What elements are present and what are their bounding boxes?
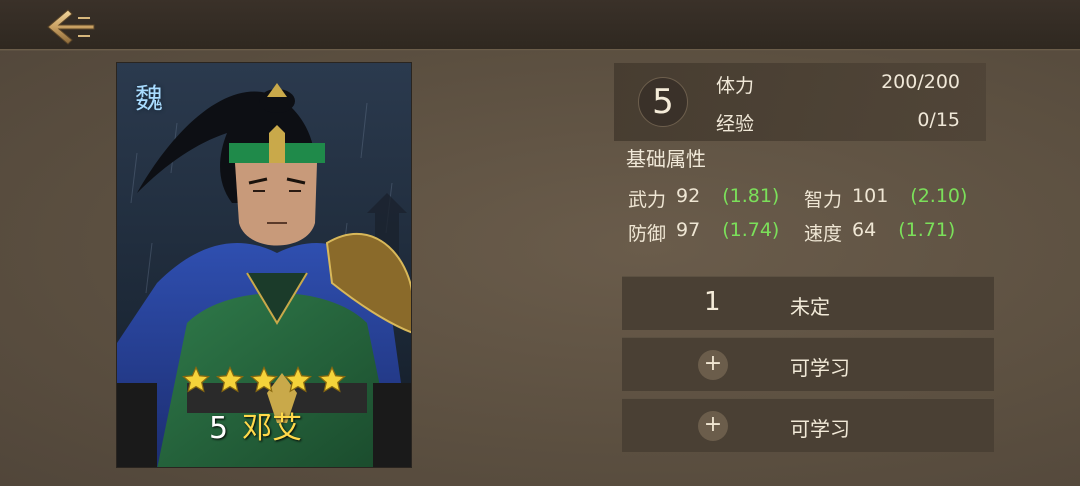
level-status-panel: 5 体力 200/200 经验 0/15 bbox=[614, 63, 986, 141]
attr-strength: 武力 92 (1.81) bbox=[628, 185, 779, 212]
attr-growth: (1.81) bbox=[722, 185, 780, 207]
attr-value: 64 bbox=[852, 219, 877, 241]
skill-label: 可学习 bbox=[790, 356, 850, 380]
exp-value: 0/15 bbox=[917, 109, 960, 131]
star-icon bbox=[181, 365, 211, 393]
back-arrow-icon bbox=[47, 9, 95, 45]
stamina-row: 体力 200/200 bbox=[716, 71, 960, 98]
attr-value: 97 bbox=[676, 219, 701, 241]
attr-label: 武力 bbox=[628, 189, 667, 211]
hero-card[interactable]: 魏 5 邓艾 bbox=[116, 62, 412, 468]
exp-row: 经验 0/15 bbox=[716, 109, 960, 136]
skill-label: 可学习 bbox=[790, 417, 850, 441]
attr-label: 速度 bbox=[804, 223, 843, 245]
hero-name: 邓艾 bbox=[242, 411, 303, 446]
attr-growth: (2.10) bbox=[910, 185, 968, 207]
stamina-value: 200/200 bbox=[881, 71, 960, 93]
hero-star-rating bbox=[181, 365, 347, 395]
attr-growth: (1.71) bbox=[898, 219, 956, 241]
back-button[interactable] bbox=[42, 6, 102, 48]
plus-icon: + bbox=[698, 411, 728, 441]
stamina-label: 体力 bbox=[716, 75, 755, 97]
attributes-title: 基础属性 bbox=[626, 147, 706, 171]
star-icon bbox=[249, 365, 279, 393]
attr-label: 智力 bbox=[804, 189, 843, 211]
attr-intelligence: 智力 101 (2.10) bbox=[804, 185, 967, 212]
skill-slot-2[interactable]: + 可学习 bbox=[622, 337, 994, 391]
skill-slot-1[interactable]: 1 未定 bbox=[622, 276, 994, 330]
attr-label: 防御 bbox=[628, 223, 667, 245]
faction-label: 魏 bbox=[135, 82, 164, 115]
skill-slot-3[interactable]: + 可学习 bbox=[622, 398, 994, 452]
attr-defense: 防御 97 (1.74) bbox=[628, 219, 779, 246]
hero-title: 5 邓艾 bbox=[209, 403, 302, 447]
star-icon bbox=[317, 365, 347, 393]
attr-value: 92 bbox=[676, 185, 701, 207]
plus-icon: + bbox=[698, 350, 728, 380]
exp-label: 经验 bbox=[716, 113, 755, 135]
attr-growth: (1.74) bbox=[722, 219, 780, 241]
hero-level: 5 bbox=[209, 411, 229, 446]
skill-label: 未定 bbox=[790, 295, 830, 319]
star-icon bbox=[283, 365, 313, 393]
skill-index: 1 bbox=[704, 287, 721, 317]
star-icon bbox=[215, 365, 245, 393]
top-bar bbox=[0, 0, 1080, 50]
attr-speed: 速度 64 (1.71) bbox=[804, 219, 955, 246]
attr-value: 101 bbox=[852, 185, 889, 207]
level-badge: 5 bbox=[638, 77, 688, 127]
